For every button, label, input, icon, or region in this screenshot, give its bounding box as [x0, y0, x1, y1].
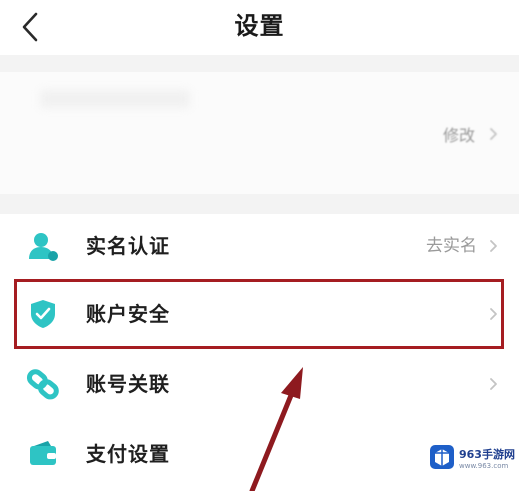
profile-section[interactable]: 修改 — [0, 72, 519, 194]
app-header: 设置 — [0, 0, 519, 55]
chevron-right-icon — [490, 240, 497, 252]
menu-item-real-name[interactable]: 实名认证 去实名 — [0, 214, 519, 280]
chevron-right-icon — [490, 378, 497, 390]
site-watermark: 963手游网 www.963.com — [425, 440, 517, 476]
menu-item-account-link[interactable]: 账号关联 — [0, 352, 519, 418]
menu-item-label: 支付设置 — [86, 442, 170, 466]
link-icon — [26, 367, 60, 401]
edit-profile-button[interactable]: 修改 — [443, 122, 499, 146]
menu-item-label: 账户安全 — [86, 302, 170, 326]
wallet-icon — [26, 437, 60, 471]
menu-item-label: 账号关联 — [86, 372, 170, 396]
blurred-profile-info — [40, 90, 190, 108]
chevron-right-icon — [490, 128, 497, 140]
shield-icon — [26, 297, 60, 331]
watermark-name: 963手游网 — [459, 448, 515, 461]
user-verify-icon — [26, 229, 60, 263]
section-divider — [0, 55, 519, 72]
section-divider — [0, 194, 519, 214]
menu-item-account-security[interactable]: 账户安全 — [0, 282, 519, 348]
watermark-logo-icon — [430, 445, 454, 469]
edit-label: 修改 — [442, 126, 475, 145]
watermark-url: www.963.com — [459, 462, 509, 470]
chevron-right-icon — [490, 308, 497, 320]
menu-item-label: 实名认证 — [86, 234, 170, 258]
menu-item-value: 去实名 — [426, 236, 477, 256]
page-title: 设置 — [234, 12, 285, 40]
